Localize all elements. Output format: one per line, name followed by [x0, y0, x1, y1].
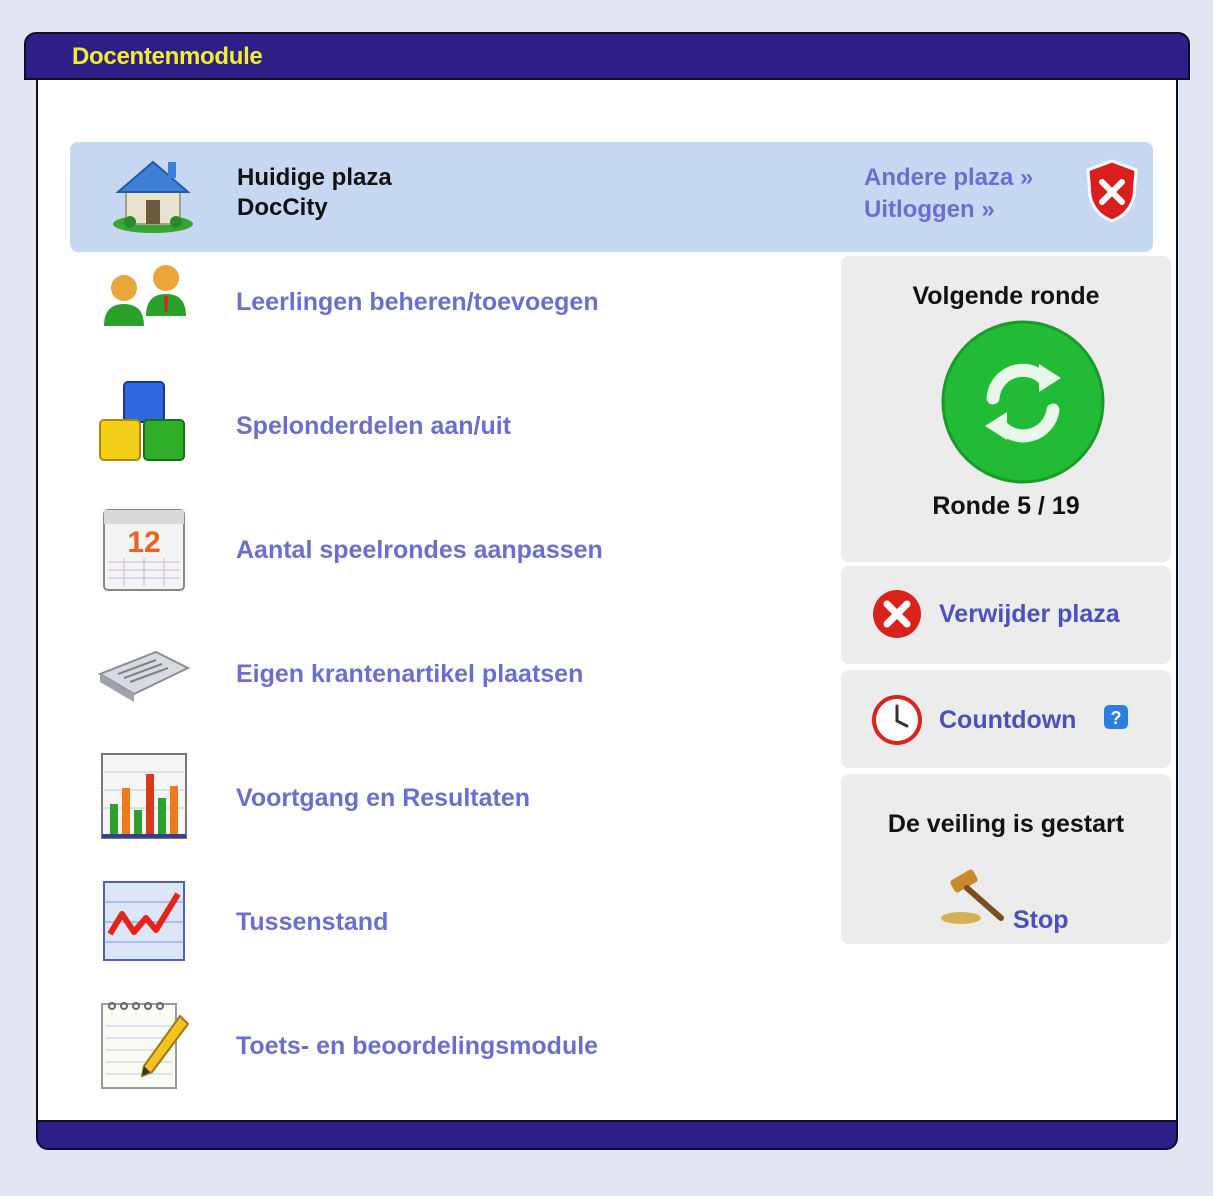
countdown-box: Countdown ? — [841, 670, 1171, 768]
teacher-module-panel: Docentenmodule Huidige plaza DocCity And… — [24, 32, 1190, 1150]
blocks-icon — [99, 381, 185, 461]
menu-item-rounds[interactable]: 12 Aantal speelrondes aanpassen — [94, 500, 694, 600]
delete-plaza-link[interactable]: Verwijder plaza — [939, 600, 1120, 629]
menu-item-standings[interactable]: Tussenstand — [94, 872, 694, 972]
auction-heading: De veiling is gestart — [887, 810, 1125, 838]
menu-item-newspaper[interactable]: Eigen krantenartikel plaatsen — [94, 624, 694, 724]
auction-box: De veiling is gestart Stop — [841, 774, 1171, 944]
notepad-icon — [101, 1002, 190, 1089]
menu-item-progress[interactable]: Voortgang en Resultaten — [94, 748, 694, 848]
bottom-bar — [36, 1120, 1178, 1150]
shield-close-icon[interactable] — [1084, 158, 1140, 224]
current-plaza-label: Huidige plaza — [237, 164, 392, 191]
line-chart-icon — [103, 881, 185, 961]
current-plaza-bar: Huidige plaza DocCity Andere plaza » Uit… — [70, 142, 1153, 252]
house-icon — [113, 160, 193, 233]
bar-chart-icon — [101, 753, 187, 839]
other-plaza-link[interactable]: Andere plaza » — [864, 164, 1033, 192]
menu-item-students[interactable]: Leerlingen beheren/toevoegen — [94, 252, 694, 352]
delete-icon[interactable] — [871, 588, 923, 640]
menu-label[interactable]: Eigen krantenartikel plaatsen — [236, 660, 583, 689]
stop-auction-link[interactable]: Stop — [1013, 906, 1069, 935]
menu-item-game-parts[interactable]: Spelonderdelen aan/uit — [94, 376, 694, 476]
round-status: Ronde 5 / 19 — [932, 492, 1080, 520]
menu-label[interactable]: Leerlingen beheren/toevoegen — [236, 288, 599, 317]
next-round-box: Volgende ronde Ronde 5 / 19 — [841, 256, 1171, 562]
menu-label[interactable]: Toets- en beoordelingsmodule — [236, 1032, 598, 1061]
calendar-icon: 12 — [103, 509, 185, 591]
delete-plaza-box: Verwijder plaza — [841, 566, 1171, 664]
logout-link[interactable]: Uitloggen » — [864, 196, 995, 224]
next-round-heading: Volgende ronde — [912, 282, 1100, 310]
menu-item-assessment[interactable]: Toets- en beoordelingsmodule — [94, 996, 694, 1096]
svg-text:12: 12 — [127, 526, 160, 559]
menu-label[interactable]: Tussenstand — [236, 908, 388, 937]
countdown-link[interactable]: Countdown — [939, 706, 1076, 735]
current-plaza-name: DocCity — [237, 194, 328, 221]
gavel-icon[interactable] — [937, 866, 1007, 928]
menu-label[interactable]: Spelonderdelen aan/uit — [236, 412, 511, 441]
help-icon[interactable]: ? — [1103, 704, 1129, 730]
content-area: Huidige plaza DocCity Andere plaza » Uit… — [36, 80, 1178, 1122]
users-icon — [104, 265, 186, 326]
svg-text:?: ? — [1111, 708, 1122, 728]
next-round-button[interactable] — [941, 320, 1105, 484]
menu-label[interactable]: Voortgang en Resultaten — [236, 784, 530, 813]
menu-label[interactable]: Aantal speelrondes aanpassen — [236, 536, 603, 565]
title-bar: Docentenmodule — [24, 32, 1190, 80]
newspaper-icon — [97, 650, 191, 702]
clock-icon[interactable] — [871, 694, 923, 746]
window-title: Docentenmodule — [72, 43, 263, 70]
